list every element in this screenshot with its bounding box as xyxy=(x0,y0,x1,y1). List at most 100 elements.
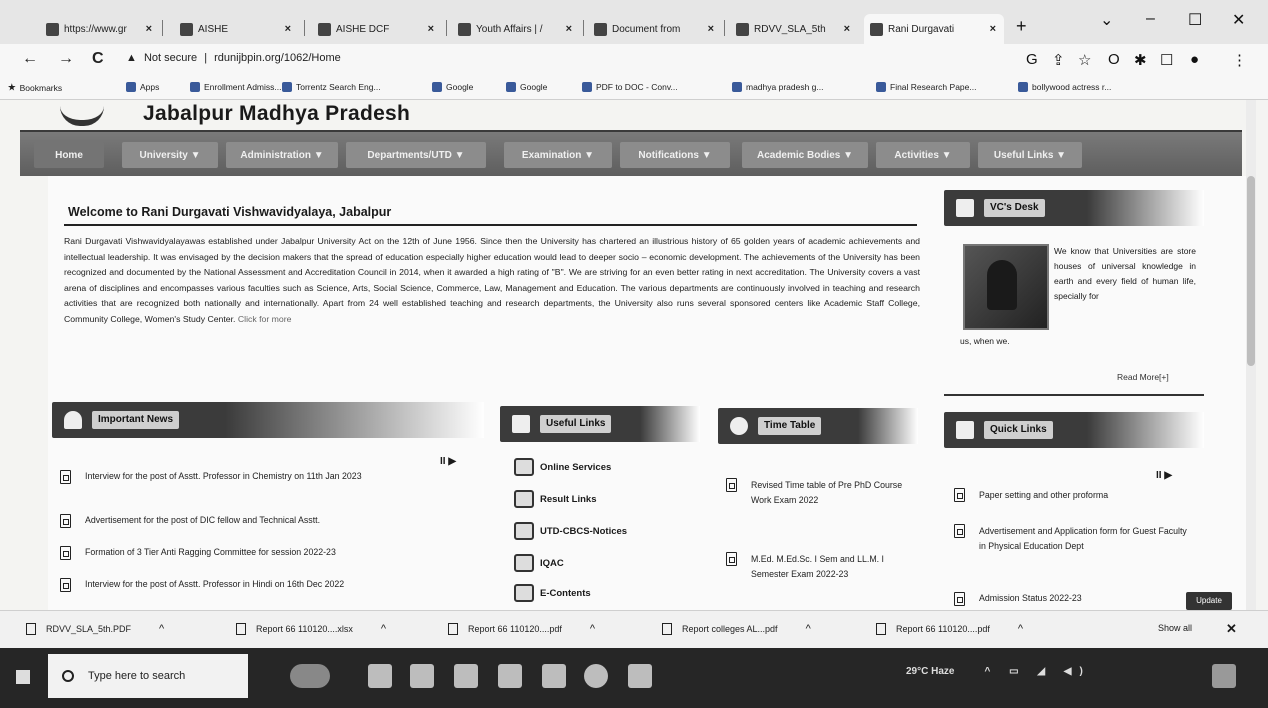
nav-departments[interactable]: Departments/UTD ▼ xyxy=(346,142,486,168)
scrollbar-thumb[interactable] xyxy=(1247,176,1255,366)
app-icon[interactable] xyxy=(454,664,478,688)
tab-search-button[interactable]: ⌄ xyxy=(1100,10,1113,30)
bookmark-icon xyxy=(732,82,742,92)
nav-notifications[interactable]: Notifications ▼ xyxy=(620,142,730,168)
list-item[interactable]: Admission Status 2022-23 xyxy=(954,592,1174,606)
bookmark-item[interactable]: madhya pradesh g... xyxy=(732,82,824,92)
caret-up-icon[interactable]: ^ xyxy=(1018,623,1023,635)
tab-close-icon[interactable]: × xyxy=(558,23,580,35)
acrobat-icon[interactable] xyxy=(542,664,566,688)
tab-close-icon[interactable]: × xyxy=(982,23,1004,35)
bookmark-item[interactable]: Google xyxy=(506,82,547,92)
tab-close-icon[interactable]: × xyxy=(277,23,299,35)
download-item[interactable]: Report colleges AL...pdf ^ xyxy=(662,623,811,635)
useful-link-item[interactable]: UTD-CBCS-Notices xyxy=(514,522,627,540)
chrome-icon[interactable] xyxy=(584,664,608,688)
bookmark-item[interactable]: Final Research Pape... xyxy=(876,82,976,92)
file-explorer-icon[interactable] xyxy=(410,664,434,688)
forward-button[interactable]: → xyxy=(58,50,74,68)
caret-up-icon[interactable]: ^ xyxy=(590,623,595,635)
sidebar-icon[interactable]: ☐ xyxy=(1160,51,1173,69)
bookmark-item[interactable]: Torrentz Search Eng... xyxy=(282,82,381,92)
useful-link-item[interactable]: E-Contents xyxy=(514,584,591,602)
list-item[interactable]: Revised Time table of Pre PhD Course Wor… xyxy=(726,478,906,508)
caret-up-icon[interactable]: ^ xyxy=(381,623,386,635)
caret-up-icon[interactable]: ^ xyxy=(159,623,164,635)
menu-icon[interactable]: ⋮ xyxy=(1232,51,1247,69)
notification-icon[interactable] xyxy=(1212,664,1236,688)
caret-up-icon[interactable]: ^ xyxy=(806,623,811,635)
maximize-button[interactable]: ☐ xyxy=(1188,10,1202,30)
widget-icon[interactable] xyxy=(290,664,330,688)
click-for-more-link[interactable]: Click for more xyxy=(238,314,292,324)
list-item[interactable]: Advertisement and Application form for G… xyxy=(954,524,1190,554)
bookmark-item[interactable]: Google xyxy=(432,82,473,92)
document-icon xyxy=(876,82,886,92)
google-icon[interactable]: G xyxy=(1026,51,1038,68)
url-field[interactable]: ▲ Not secure | rdunijbpin.org/1062/Home xyxy=(126,52,341,64)
read-more-link[interactable]: Read More[+] xyxy=(1117,372,1169,382)
new-tab-button[interactable]: + xyxy=(1016,16,1027,37)
minimize-button[interactable]: – xyxy=(1146,10,1155,28)
nav-home[interactable]: Home xyxy=(34,142,104,168)
useful-link-item[interactable]: Result Links xyxy=(514,490,597,508)
list-item[interactable]: Interview for the post of Asstt. Profess… xyxy=(60,470,430,484)
nav-university[interactable]: University ▼ xyxy=(122,142,218,168)
tab-close-icon[interactable]: × xyxy=(700,23,722,35)
tab-close-icon[interactable]: × xyxy=(138,23,160,35)
update-button[interactable]: Update xyxy=(1186,592,1232,610)
nav-useful-links[interactable]: Useful Links ▼ xyxy=(978,142,1082,168)
task-view-icon[interactable] xyxy=(368,664,392,688)
back-button[interactable]: ← xyxy=(22,50,38,68)
close-downloads-button[interactable]: ✕ xyxy=(1226,621,1237,637)
tab-1[interactable]: https://www.gr × xyxy=(40,14,160,44)
reload-button[interactable]: C xyxy=(92,50,104,68)
profile-icon[interactable]: ● xyxy=(1190,51,1199,68)
bookmark-item[interactable]: PDF to DOC - Conv... xyxy=(582,82,678,92)
nav-administration[interactable]: Administration ▼ xyxy=(226,142,338,168)
download-item[interactable]: Report 66 110120....pdf ^ xyxy=(876,623,1023,635)
list-item[interactable]: Formation of 3 Tier Anti Ragging Committ… xyxy=(60,546,480,560)
useful-link-item[interactable]: IQAC xyxy=(514,554,564,572)
system-tray[interactable]: 29°C Haze ^ ▭ ◢ ◀) xyxy=(906,666,1091,677)
extension-icon[interactable]: ✱ xyxy=(1134,51,1147,69)
list-item[interactable]: Interview for the post of Asstt. Profess… xyxy=(60,578,480,592)
browser-tab-strip: https://www.gr × AISHE × AISHE DCF × Youth … xyxy=(0,0,1268,44)
nav-examination[interactable]: Examination ▼ xyxy=(504,142,612,168)
tab-6[interactable]: RDVV_SLA_5th × xyxy=(730,14,858,44)
list-item[interactable]: Paper setting and other proforma xyxy=(954,488,1194,503)
download-item[interactable]: RDVV_SLA_5th.PDF ^ xyxy=(26,623,164,635)
tab-7-active[interactable]: Rani Durgavati × xyxy=(864,14,1004,44)
tab-3[interactable]: AISHE DCF × xyxy=(312,14,442,44)
document-icon xyxy=(954,488,965,502)
bookmark-item[interactable]: Enrollment Admiss... xyxy=(190,82,281,92)
desk-icon xyxy=(956,199,974,217)
list-item[interactable]: Advertisement for the post of DIC fellow… xyxy=(60,514,480,528)
opera-icon[interactable]: O xyxy=(1108,51,1120,68)
list-item[interactable]: M.Ed. M.Ed.Sc. I Sem and LL.M. I Semeste… xyxy=(726,552,906,582)
tab-close-icon[interactable]: × xyxy=(836,23,858,35)
star-icon[interactable]: ☆ xyxy=(1078,51,1091,69)
app-icon[interactable] xyxy=(628,664,652,688)
quick-links-pause-play-control[interactable]: II ▶ xyxy=(1156,470,1172,481)
nav-academic-bodies[interactable]: Academic Bodies ▼ xyxy=(742,142,868,168)
bookmark-item[interactable]: Apps xyxy=(126,82,159,92)
news-pause-play-control[interactable]: II ▶ xyxy=(440,456,456,467)
bookmark-item[interactable]: ★ Bookmarks xyxy=(8,82,62,93)
download-item[interactable]: Report 66 110120....pdf ^ xyxy=(448,623,595,635)
tab-2[interactable]: AISHE × xyxy=(174,14,299,44)
share-icon[interactable]: ⇪ xyxy=(1052,51,1065,69)
nav-activities[interactable]: Activities ▼ xyxy=(876,142,970,168)
bookmark-item[interactable]: bollywood actress r... xyxy=(1018,82,1111,92)
tab-4[interactable]: Youth Affairs | / × xyxy=(452,14,580,44)
taskbar-search[interactable]: Type here to search xyxy=(48,654,248,698)
start-button[interactable] xyxy=(6,660,40,694)
close-window-button[interactable]: ✕ xyxy=(1232,10,1245,30)
tab-close-icon[interactable]: × xyxy=(420,23,442,35)
download-item[interactable]: Report 66 110120....xlsx ^ xyxy=(236,623,386,635)
time-table-heading: Time Table xyxy=(758,417,822,435)
useful-link-item[interactable]: Online Services xyxy=(514,458,611,476)
app-icon[interactable] xyxy=(498,664,522,688)
tab-5[interactable]: Document from × xyxy=(588,14,722,44)
show-all-button[interactable]: Show all xyxy=(1158,623,1192,633)
